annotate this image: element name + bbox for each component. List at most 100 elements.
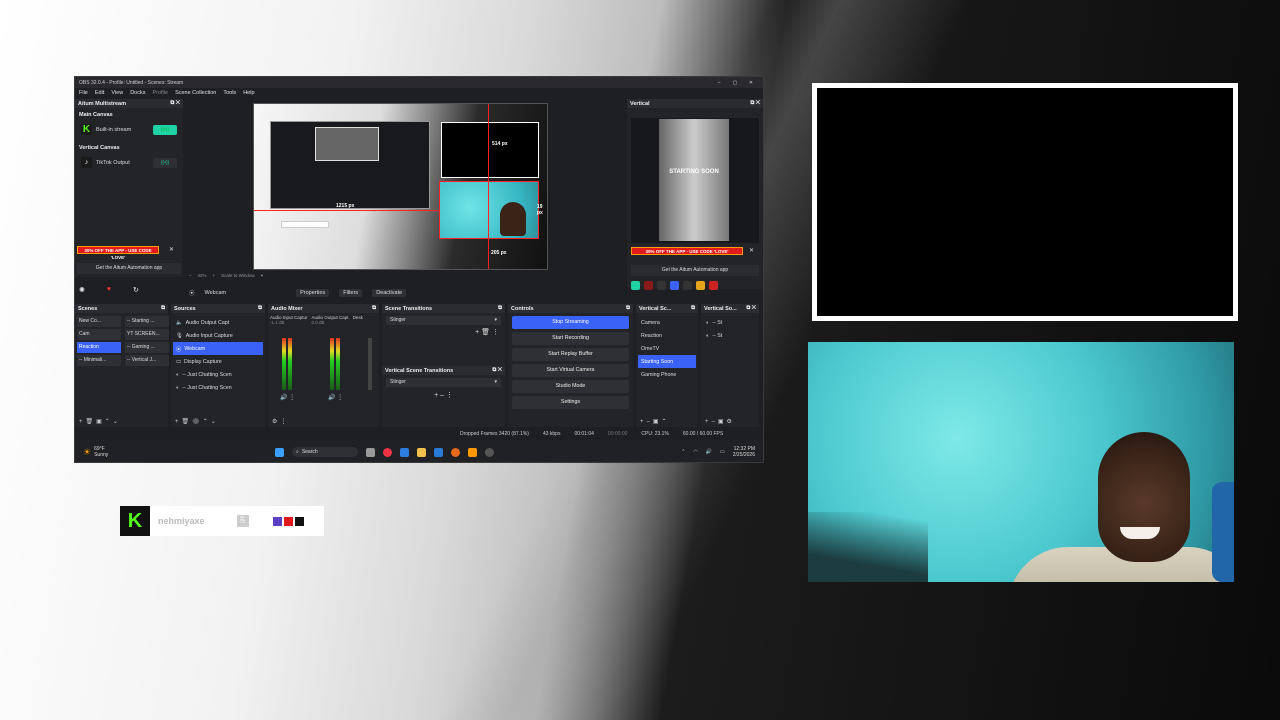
- tray-chevron-icon[interactable]: ⌃: [681, 449, 685, 455]
- dock-menu-icon[interactable]: ⧉ ✕: [492, 367, 502, 374]
- weather-widget[interactable]: ☀ 69°F Sunny: [75, 446, 275, 458]
- close-button[interactable]: ✕: [743, 80, 759, 86]
- chrome-icon[interactable]: [382, 447, 392, 457]
- speaker-icon[interactable]: 🔊 ⋮: [328, 394, 343, 401]
- vscene-item[interactable]: Camera: [638, 316, 696, 329]
- scale-to-window[interactable]: Scale to Window: [221, 273, 255, 279]
- get-aitum-app-button[interactable]: Get the Aitum Automation app: [77, 263, 181, 274]
- obs-icon[interactable]: [484, 447, 494, 457]
- settings-icon[interactable]: [696, 281, 705, 290]
- menu-profile[interactable]: Profile: [152, 90, 168, 96]
- vsource-item[interactable]: ◐ -- St: [703, 316, 757, 329]
- scene-item[interactable]: -- Starting ...: [125, 316, 169, 327]
- edge-icon[interactable]: [399, 447, 409, 457]
- preview-webcam-source[interactable]: [439, 181, 539, 239]
- search-app-icon[interactable]: [467, 447, 477, 457]
- menu-help[interactable]: Help: [243, 90, 254, 96]
- heart-icon[interactable]: [709, 281, 718, 290]
- sun-icon[interactable]: ✺: [79, 286, 85, 294]
- dock-menu-icon[interactable]: ⧉: [258, 305, 262, 312]
- vscene-item[interactable]: Gaming Phone: [638, 368, 696, 381]
- wifi-icon[interactable]: ◠: [693, 449, 697, 455]
- menu-docks[interactable]: Docks: [130, 90, 145, 96]
- vsources-footer-icons[interactable]: +–▣⚙: [705, 418, 735, 425]
- scene-item[interactable]: -- Vertical J...: [125, 355, 169, 366]
- vscene-item[interactable]: Reaction: [638, 329, 696, 342]
- volume-icon[interactable]: 🔊: [706, 449, 712, 455]
- dock-close-icon[interactable]: ⧉ ✕: [170, 100, 180, 107]
- scenes-footer-icons[interactable]: +🗑▣⌃⌄: [79, 418, 121, 425]
- stop-streaming-button[interactable]: Stop Streaming: [512, 316, 629, 329]
- speaker-icon[interactable]: 🔊 ⋮: [280, 394, 295, 401]
- menu-scene-collection[interactable]: Scene Collection: [175, 90, 216, 96]
- file-explorer-icon[interactable]: [416, 447, 426, 457]
- windows-start-icon[interactable]: [275, 447, 284, 457]
- source-item[interactable]: 🎙 Audio Input Capture: [173, 329, 263, 342]
- vsource-item[interactable]: ◐ -- St: [703, 329, 757, 342]
- vertical-get-aitum-button[interactable]: Get the Aitum Automation app: [631, 265, 759, 276]
- pause-icon[interactable]: [657, 281, 666, 290]
- stream-toggle-icon[interactable]: ((•)): [153, 124, 177, 135]
- scene-item[interactable]: YT SCREEN...: [125, 329, 169, 340]
- start-recording-button[interactable]: Start Recording: [512, 332, 629, 345]
- task-view-icon[interactable]: [365, 447, 375, 457]
- scene-item[interactable]: -- Gaming ...: [125, 342, 169, 353]
- dock-menu-icon[interactable]: ⧉: [161, 305, 165, 312]
- scene-item[interactable]: Cam: [77, 329, 121, 340]
- record-icon[interactable]: [644, 281, 653, 290]
- heart-icon-left[interactable]: ♥: [107, 286, 111, 294]
- minimize-button[interactable]: –: [711, 80, 727, 86]
- app-icon[interactable]: [450, 447, 460, 457]
- dock-menu-icon[interactable]: ⧉: [626, 305, 630, 312]
- deactivate-button[interactable]: Deactivate: [372, 288, 407, 297]
- sources-footer-icons[interactable]: +🗑⚙⌃⌄: [175, 418, 219, 425]
- vertical-transition-select[interactable]: Stinger: [386, 378, 501, 387]
- vscenes-footer-icons[interactable]: +–▣⌃: [640, 418, 670, 425]
- source-item[interactable]: ▭ Display Capture: [173, 355, 263, 368]
- maximize-button[interactable]: ▢: [727, 80, 743, 86]
- vertical-preview[interactable]: STARTING SOON: [631, 118, 759, 243]
- studio-mode-button[interactable]: Studio Mode: [512, 380, 629, 393]
- vscode-icon[interactable]: [433, 447, 443, 457]
- scene-item-selected[interactable]: Reaction: [77, 342, 121, 353]
- menu-tools[interactable]: Tools: [223, 90, 236, 96]
- scene-item[interactable]: New Co...: [77, 316, 121, 327]
- menu-view[interactable]: View: [111, 90, 123, 96]
- vertical-promo-close-icon[interactable]: ✕: [749, 247, 754, 254]
- stream-icon[interactable]: [631, 281, 640, 290]
- scene-item[interactable]: -- Minimali...: [77, 355, 121, 366]
- start-virtual-camera-button[interactable]: Start Virtual Camera: [512, 364, 629, 377]
- filters-button[interactable]: Filters: [339, 288, 363, 297]
- source-item-selected[interactable]: ⦿ Webcam: [173, 342, 263, 355]
- menu-file[interactable]: File: [79, 90, 88, 96]
- vertical-transition-controls[interactable]: + – ⋮: [382, 391, 505, 399]
- vscene-item[interactable]: OmeTV: [638, 342, 696, 355]
- virtualcam-icon[interactable]: [670, 281, 679, 290]
- source-item[interactable]: ◐ -- Just Chatting Scen: [173, 381, 263, 394]
- zoom-in-icon[interactable]: +: [213, 273, 216, 279]
- mixer-footer-icons[interactable]: ⚙⋮: [272, 418, 289, 425]
- battery-icon[interactable]: ▭: [720, 449, 725, 455]
- source-item[interactable]: ◐ -- Just Chatting Scen: [173, 368, 263, 381]
- vertical-close-icon[interactable]: ⧉ ✕: [750, 100, 760, 107]
- replay-icon[interactable]: [683, 281, 692, 290]
- transition-select[interactable]: Stinger: [386, 316, 501, 325]
- chevron-down-icon[interactable]: ▾: [261, 273, 263, 279]
- promo-close-icon[interactable]: ✕: [169, 246, 174, 253]
- taskbar-search[interactable]: ⌕ Search: [292, 447, 358, 457]
- dock-menu-icon[interactable]: ⧉: [498, 305, 502, 312]
- menu-edit[interactable]: Edit: [95, 90, 104, 96]
- refresh-icon[interactable]: ↻: [133, 286, 139, 294]
- promo-banner[interactable]: 30% OFF THE APP - USE CODE 'LOVE': [77, 246, 159, 260]
- dock-menu-icon[interactable]: ⧉ ✕: [746, 305, 756, 312]
- main-preview[interactable]: 514 px 1215 px 205 px 19 px: [253, 103, 548, 270]
- dock-menu-icon[interactable]: ⧉: [372, 305, 376, 312]
- source-item[interactable]: 🔈 Audio Output Capt: [173, 316, 263, 329]
- properties-button[interactable]: Properties: [296, 288, 330, 297]
- vscene-item-selected[interactable]: Starting Soon: [638, 355, 696, 368]
- zoom-out-icon[interactable]: –: [189, 273, 192, 279]
- settings-button[interactable]: Settings: [512, 396, 629, 409]
- dock-menu-icon[interactable]: ⧉: [691, 305, 695, 312]
- vertical-promo-banner[interactable]: 30% OFF THE APP - USE CODE 'LOVE': [631, 247, 743, 255]
- start-replay-buffer-button[interactable]: Start Replay Buffer: [512, 348, 629, 361]
